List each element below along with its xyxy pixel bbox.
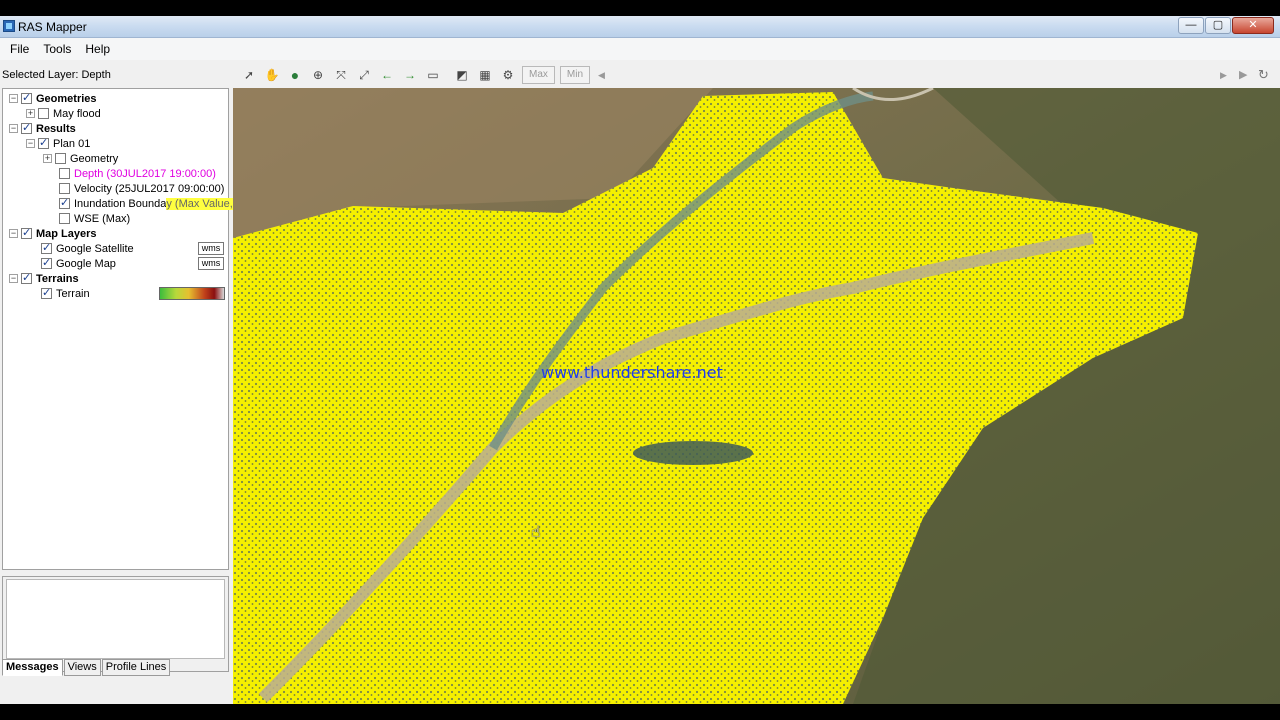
tree-label: Plan 01 [53,137,91,150]
title-bar: RAS Mapper — ▢ ✕ [0,16,1280,38]
minimize-button[interactable]: — [1178,17,1204,34]
satellite-map-canvas [233,88,1280,704]
tree-label: Terrains [36,272,79,285]
tree-item-terrains[interactable]: − Terrains [9,271,79,286]
hand-cursor-icon: ☝ [531,524,541,541]
tree-label: Terrain [56,287,90,300]
checkbox-plan-01[interactable] [38,136,49,149]
tree-item-velocity[interactable]: Velocity (25JUL2017 09:00:00) [59,181,224,196]
map-view[interactable]: www.thundershare.net ☝ [233,88,1280,704]
tree-label: May flood [53,107,101,120]
checkbox-geometry[interactable] [55,153,66,164]
tree-item-wse[interactable]: WSE (Max) [59,211,130,226]
tree-item-google-map[interactable]: Google Map [41,256,116,271]
tree-label: Map Layers [36,227,97,240]
back-arrow-icon[interactable]: ← [378,66,396,84]
tree-item-plan-01[interactable]: − Plan 01 [26,136,90,151]
expand-icon[interactable]: + [43,154,52,163]
layer-tree-panel: − Geometries + May flood − Results − Pla… [2,88,233,570]
window-title: RAS Mapper [18,20,87,34]
tree-item-terrain[interactable]: Terrain [41,286,90,301]
checkbox-google-map[interactable] [41,256,52,269]
collapse-icon[interactable]: − [26,139,35,148]
checkbox-google-satellite[interactable] [41,241,52,254]
tree-label: Google Map [56,257,116,270]
bottom-tabs: Messages Views Profile Lines [2,659,171,676]
tab-messages[interactable]: Messages [2,659,63,676]
messages-text-area[interactable] [6,579,225,659]
menu-bar: File Tools Help [0,38,1280,60]
tree-item-depth[interactable]: Depth (30JUL2017 19:00:00) [59,166,216,181]
wms-badge[interactable]: wms [198,257,224,270]
zoom-in-icon[interactable]: ⊕ [309,66,327,84]
tree-item-results[interactable]: − Results [9,121,76,136]
tree-label: Results [36,122,76,135]
checkbox-depth[interactable] [59,168,70,179]
terrain-legend-colorbar[interactable] [159,287,225,300]
ras-mapper-window: RAS Mapper — ▢ ✕ File Tools Help Selecte… [0,16,1280,704]
time-slider-right-icon[interactable]: ▶ [1220,70,1227,81]
messages-panel [2,576,229,672]
tree-label: Inundation Bounda [74,197,167,210]
pan-hand-icon[interactable]: ✋ [263,66,281,84]
tree-label: Depth (30JUL2017 19:00:00) [74,167,216,180]
tree-label: Velocity (25JUL2017 09:00:00) [74,182,225,195]
menu-help[interactable]: Help [79,38,116,60]
collapse-icon[interactable]: − [9,274,18,283]
full-extent-icon[interactable]: ⤢ [355,66,373,84]
tab-profile-lines[interactable]: Profile Lines [101,659,171,676]
checkbox-wse[interactable] [59,213,70,224]
collapse-icon[interactable]: − [9,94,18,103]
tree-label: Geometry [70,152,119,165]
expand-icon[interactable]: + [26,109,35,118]
select-pointer-icon[interactable]: ➚ [240,66,258,84]
play-icon[interactable]: ▶ [1239,68,1247,81]
menu-file[interactable]: File [4,38,35,60]
close-button[interactable]: ✕ [1232,17,1274,34]
tree-label: Google Satellite [56,242,134,255]
wms-badge[interactable]: wms [198,242,224,255]
checkbox-geometries[interactable] [21,91,32,104]
checkbox-inundation[interactable] [59,196,70,209]
checkbox-results[interactable] [21,121,32,134]
gear-icon[interactable]: ⚙ [499,66,517,84]
checkbox-terrain[interactable] [41,286,52,299]
checkbox-velocity[interactable] [59,183,70,194]
collapse-icon[interactable]: − [9,124,18,133]
grid-icon[interactable]: ▦ [476,66,494,84]
maximize-button[interactable]: ▢ [1205,17,1231,34]
menu-tools[interactable]: Tools [37,38,77,60]
time-slider-left-icon[interactable]: ◀ [598,70,605,81]
tree-label-suffix: y (Max Value, [166,197,233,210]
forward-arrow-icon[interactable]: → [401,66,419,84]
globe-icon[interactable]: ● [286,66,304,84]
measure-ruler-icon[interactable]: ▭ [424,66,442,84]
zoom-out-icon[interactable]: ⤧ [332,66,350,84]
max-button[interactable]: Max [522,66,555,84]
tab-views[interactable]: Views [63,659,101,676]
min-button[interactable]: Min [559,66,591,84]
tree-label: WSE (Max) [74,212,131,225]
tree-item-may-flood[interactable]: + May flood [26,106,101,121]
tree-item-inundation-boundary[interactable]: Inundation Bounday (Max Value, [59,196,233,211]
tree-item-map-layers[interactable]: − Map Layers [9,226,97,241]
checkbox-terrains[interactable] [21,271,32,284]
selected-layer-label: Selected Layer: Depth [2,69,111,81]
checkbox-may-flood[interactable] [38,108,49,119]
app-icon [3,20,15,32]
tree-item-geometry[interactable]: + Geometry [43,151,118,166]
checkbox-map-layers[interactable] [21,226,32,239]
tree-label: Geometries [36,92,97,105]
profile-icon[interactable]: ◩ [453,66,471,84]
collapse-icon[interactable]: − [9,229,18,238]
tree-item-google-satellite[interactable]: Google Satellite [41,241,134,256]
watermark-text: www.thundershare.net [541,363,723,382]
toolbar: Selected Layer: Depth ➚ ✋ ● ⊕ ⤧ ⤢ ← → ▭ … [0,62,1280,88]
refresh-icon[interactable]: ↻ [1258,67,1269,83]
tree-item-geometries[interactable]: − Geometries [9,91,97,106]
